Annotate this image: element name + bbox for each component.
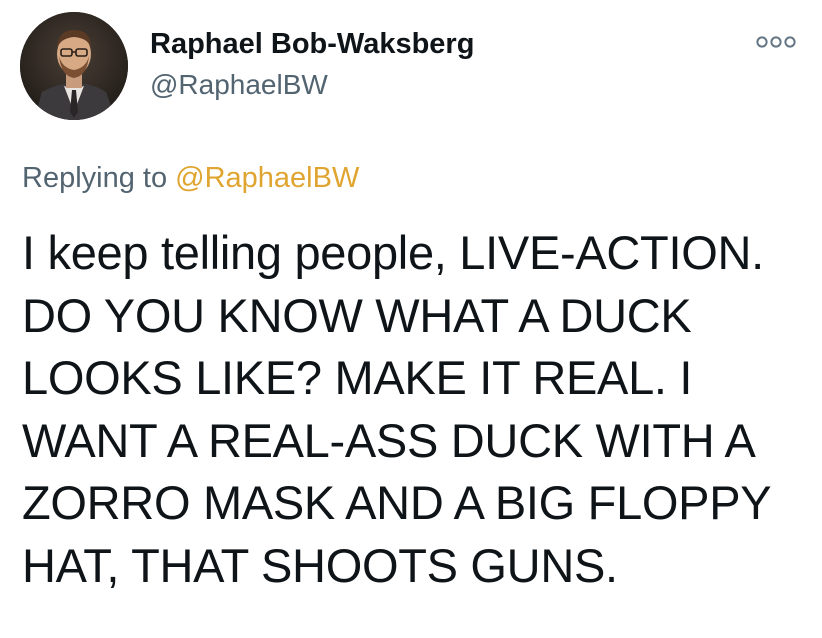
tweet-text-line: HAT, THAT SHOOTS GUNS. [22, 538, 618, 592]
tweet-text-line: DO YOU KNOW WHAT A DUCK [22, 288, 692, 342]
tweet-text-line: WANT A REAL-ASS DUCK WITH A [22, 413, 756, 467]
author-handle[interactable]: @RaphaelBW [150, 68, 328, 102]
tweet-text-line: I keep telling people, LIVE-ACTION. [22, 226, 764, 279]
tweet-text-line: ZORRO MASK AND A BIG FLOPPY [22, 476, 772, 529]
reply-context-prefix: Replying to [22, 162, 168, 194]
author-display-name[interactable]: Raphael Bob-Waksberg [150, 26, 474, 62]
more-options-icon [756, 36, 796, 48]
tweet-text: I keep telling people, LIVE-ACTION. DO Y… [22, 222, 807, 597]
reply-context-handle-link[interactable]: @RaphaelBW [175, 162, 359, 194]
avatar[interactable] [20, 12, 128, 120]
tweet-text-line: LOOKS LIKE? MAKE IT REAL. I [22, 351, 693, 404]
more-options-button[interactable] [752, 28, 804, 56]
reply-context: Replying to @RaphaelBW [22, 160, 359, 196]
tweet-card: Raphael Bob-Waksberg @RaphaelBW Replying… [0, 0, 822, 638]
avatar-photo-icon [20, 12, 128, 120]
